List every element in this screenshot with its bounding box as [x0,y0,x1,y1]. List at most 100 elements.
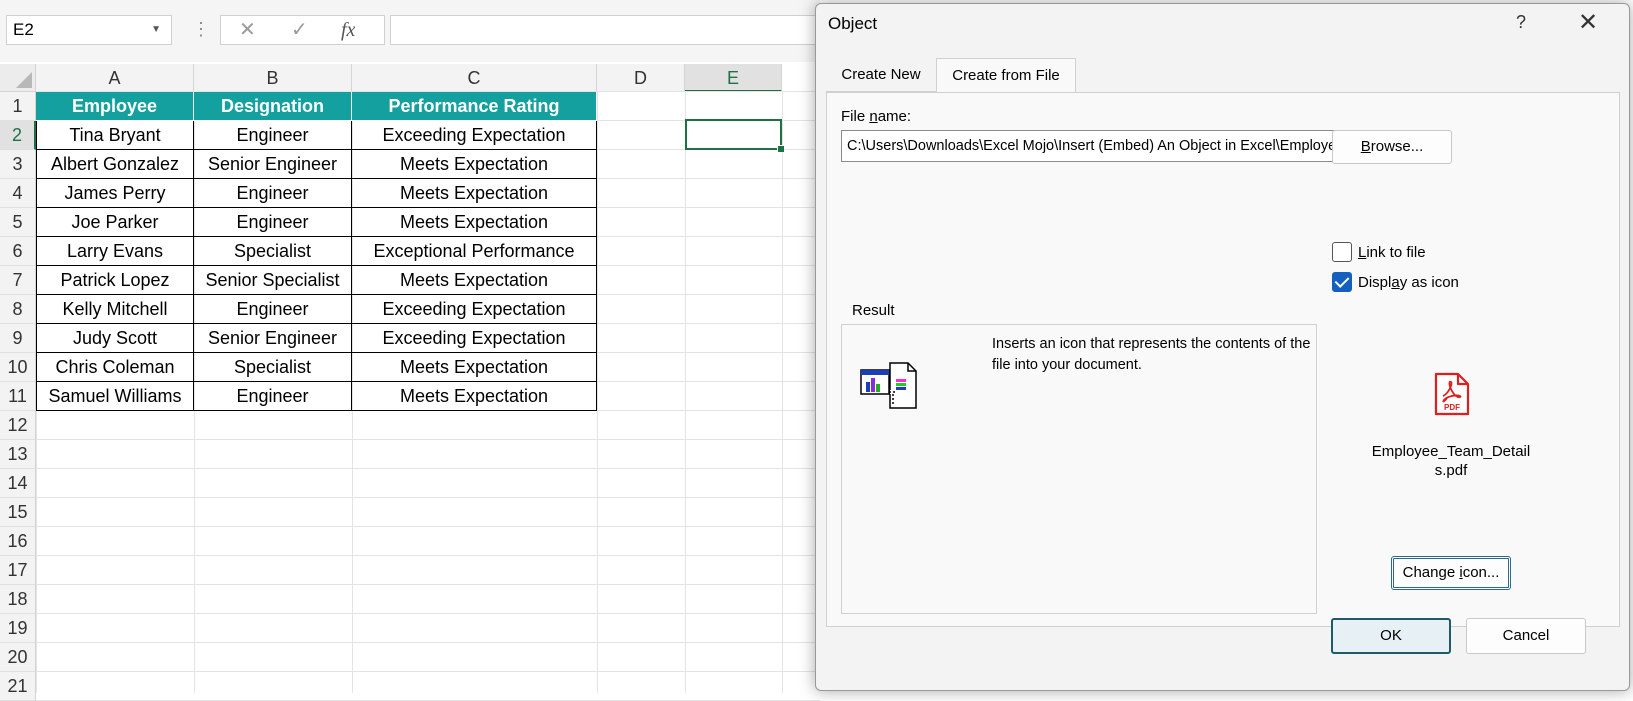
formula-bar: E2 ▼ ⋮ ✕ ✓ fx [0,0,830,62]
table-cell[interactable]: Meets Expectation [352,353,597,382]
table-cell[interactable]: Joe Parker [36,208,194,237]
gridline [36,468,820,469]
select-all-button[interactable] [0,64,36,92]
file-name-label-pre: File [841,108,870,125]
close-icon[interactable]: ✕ [1578,8,1598,37]
browse-button[interactable]: Browse... [1332,130,1452,164]
row-header-8[interactable]: 8 [0,295,36,324]
table-cell[interactable]: Larry Evans [36,237,194,266]
change-icon-label-pre: Change [1402,564,1460,581]
table-header-cell[interactable]: Designation [194,92,352,121]
table-cell[interactable]: Samuel Williams [36,382,194,411]
gridline [36,555,820,556]
table-cell[interactable]: Exceptional Performance [352,237,597,266]
link-to-file-label[interactable]: Link to file [1358,244,1426,261]
table-cell[interactable]: Exceeding Expectation [352,121,597,150]
row-header-1[interactable]: 1 [0,92,36,121]
display-as-icon-label[interactable]: Display as icon [1358,274,1459,291]
table-cell[interactable]: Tina Bryant [36,121,194,150]
result-label: Result [849,302,898,319]
table-cell[interactable]: Chris Coleman [36,353,194,382]
table-cell[interactable]: Exceeding Expectation [352,295,597,324]
table-cell[interactable]: Meets Expectation [352,208,597,237]
cancel-button[interactable]: Cancel [1466,618,1586,654]
row-header-14[interactable]: 14 [0,469,36,498]
gridline [36,526,820,527]
table-cell[interactable]: Engineer [194,295,352,324]
gridline [36,497,820,498]
table-cell[interactable]: Meets Expectation [352,150,597,179]
dialog-title: Object [828,14,878,33]
row-header-12[interactable]: 12 [0,411,36,440]
table-cell[interactable]: Meets Expectation [352,382,597,411]
column-header-b[interactable]: B [194,64,352,92]
table-cell[interactable]: Specialist [194,353,352,382]
tab-create-from-file[interactable]: Create from File [936,58,1076,92]
row-header-11[interactable]: 11 [0,382,36,411]
table-cell[interactable]: Meets Expectation [352,266,597,295]
table-cell[interactable]: Engineer [194,121,352,150]
table-cell[interactable]: Senior Specialist [194,266,352,295]
formula-input[interactable] [390,15,830,45]
table-header-cell[interactable]: Employee [36,92,194,121]
row-header-3[interactable]: 3 [0,150,36,179]
row-header-16[interactable]: 16 [0,527,36,556]
browse-label-post: rowse... [1370,138,1424,155]
row-header-19[interactable]: 19 [0,614,36,643]
table-cell[interactable]: Senior Engineer [194,150,352,179]
file-name-label-accel: n [869,108,878,125]
row-header-7[interactable]: 7 [0,266,36,295]
insert-function-icon[interactable]: fx [341,16,355,44]
table-cell[interactable]: Meets Expectation [352,179,597,208]
table-cell[interactable]: Kelly Mitchell [36,295,194,324]
display-as-icon-label-accel: a [1391,274,1400,291]
table-cell[interactable]: Exceeding Expectation [352,324,597,353]
chevron-down-icon[interactable]: ▼ [151,16,161,44]
table-cell[interactable]: Albert Gonzalez [36,150,194,179]
table-cell[interactable]: Engineer [194,382,352,411]
column-header-d[interactable]: D [597,64,685,92]
tab-create-new[interactable]: Create New [826,58,936,92]
row-header-17[interactable]: 17 [0,556,36,585]
column-header-c[interactable]: C [352,64,597,92]
row-header-4[interactable]: 4 [0,179,36,208]
display-as-icon-checkbox[interactable] [1332,272,1352,292]
row-header-9[interactable]: 9 [0,324,36,353]
row-header-18[interactable]: 18 [0,585,36,614]
name-box-value: E2 [13,20,34,39]
row-header-15[interactable]: 15 [0,498,36,527]
table-cell[interactable]: Engineer [194,179,352,208]
pdf-file-icon[interactable]: PDF [1434,372,1470,416]
table-cell[interactable]: James Perry [36,179,194,208]
row-header-6[interactable]: 6 [0,237,36,266]
row-header-20[interactable]: 20 [0,643,36,672]
pdf-file-caption: Employee_Team_Details.pdf [1371,443,1531,479]
link-to-file-label-post: ink to file [1366,244,1426,261]
table-cell[interactable]: Engineer [194,208,352,237]
table-header-cell[interactable]: Performance Rating [352,92,597,121]
row-header-2[interactable]: 2 [0,121,36,150]
column-header-a[interactable]: A [36,64,194,92]
change-icon-button[interactable]: Change icon... [1391,556,1511,590]
gridline [685,92,686,693]
row-header-5[interactable]: 5 [0,208,36,237]
row-header-21[interactable]: 21 [0,672,36,701]
row-header-10[interactable]: 10 [0,353,36,382]
file-name-input[interactable]: C:\Users\Downloads\Excel Mojo\Insert (Em… [841,130,1335,162]
cancel-icon[interactable]: ✕ [239,16,256,44]
active-cell-selection[interactable] [685,119,785,153]
help-icon[interactable]: ? [1516,12,1526,33]
table-cell[interactable]: Patrick Lopez [36,266,194,295]
table-cell[interactable]: Judy Scott [36,324,194,353]
more-options-icon[interactable]: ⋮ [192,18,210,40]
file-name-label-post: ame: [877,108,912,125]
row-header-13[interactable]: 13 [0,440,36,469]
check-icon[interactable]: ✓ [291,16,308,44]
ok-button[interactable]: OK [1331,618,1451,654]
link-to-file-checkbox[interactable] [1332,242,1352,262]
column-header-e[interactable]: E [685,64,782,92]
name-box[interactable]: E2 ▼ [6,15,172,45]
table-cell[interactable]: Specialist [194,237,352,266]
table-cell[interactable]: Senior Engineer [194,324,352,353]
gridline [782,92,783,693]
